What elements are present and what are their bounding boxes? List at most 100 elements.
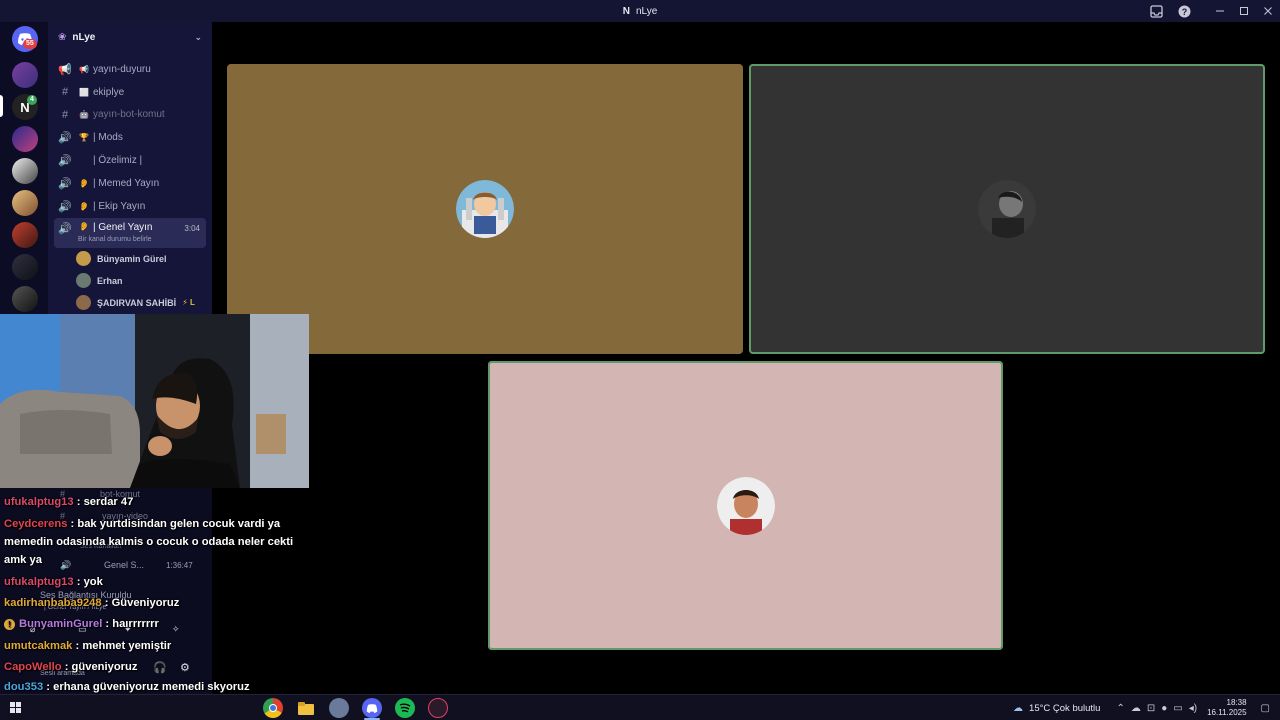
chrome-icon[interactable] (263, 698, 283, 718)
channel-time: 3:04 (184, 223, 200, 233)
chat-text: : Güveniyoruz (101, 597, 180, 609)
chat-username: dou353 (4, 681, 44, 693)
weather-text[interactable]: 15°C Çok bulutlu (1029, 703, 1100, 714)
file-explorer-icon[interactable] (296, 698, 316, 718)
voice-channel-icon: 🔊 (58, 222, 72, 235)
chat-username: umutcakmak (4, 640, 73, 652)
voice-user-name: Bünyamin Gürel (97, 253, 167, 264)
active-server-pill (0, 95, 3, 117)
discord-icon[interactable] (362, 698, 382, 718)
channel-emoji: 🏆 (79, 133, 89, 143)
chat-message: CapoWello : güveniyoruz (4, 658, 137, 676)
headphones-icon[interactable]: 🎧 (153, 661, 167, 674)
channel-item[interactable]: 🔊 👂 | Ekip Yayın (48, 195, 212, 218)
chat-text: : serdar 47 (73, 496, 134, 508)
channel-name: | Özelimiz | (93, 155, 143, 167)
guild-header[interactable]: ❀ nLye ⌄ (48, 22, 212, 52)
window-title: N nLye (623, 6, 658, 17)
server-rail: 55 N 4 (0, 22, 48, 314)
server-icon[interactable] (12, 62, 38, 88)
svg-text:?: ? (1181, 7, 1187, 17)
minimize-button[interactable] (1208, 0, 1232, 22)
display-icon[interactable]: ▭ (1173, 703, 1182, 714)
taskbar: ☁ 15°C Çok bulutlu ⌃ ☁ ⊡ ● ▭ ◂) 18:38 16… (0, 694, 1280, 720)
channel-genel-yayin[interactable]: 🔊 👂 | Genel Yayın 3:04 Bir kanal durumu … (54, 217, 206, 248)
inbox-icon[interactable] (1142, 0, 1170, 22)
server-icon[interactable] (12, 126, 38, 152)
announcement-channel-icon: 📢 (58, 63, 72, 76)
channel-item[interactable]: # 🤖 yayın-bot-komut (48, 104, 212, 127)
channel-item[interactable]: 🔊 👂 | Memed Yayın (48, 172, 212, 195)
window-title-text: nLye (635, 5, 658, 17)
avatar (76, 295, 91, 311)
network-icon[interactable]: ⊡ (1147, 703, 1155, 714)
spotify-icon[interactable] (395, 698, 415, 718)
guild-icon: ❀ (58, 31, 67, 43)
chat-message: kadirhanbaba9248 : Güveniyoruz (4, 594, 179, 612)
voice-channel-icon: 🔊 (58, 200, 72, 213)
voice-user-name: ŞADIRVAN SAHİBİ (97, 297, 177, 308)
voice-channel-icon: 🔊 (58, 155, 72, 168)
close-button[interactable] (1256, 0, 1280, 22)
voice-channel-icon: 🔊 (58, 132, 72, 145)
tile-erhan[interactable] (749, 64, 1265, 354)
notification-icon[interactable]: ▢ (1261, 703, 1270, 714)
channel-emoji: 📢 (79, 64, 89, 74)
clock-time: 18:38 (1226, 698, 1247, 707)
channel-emoji: 👂 (79, 178, 89, 188)
channel-name: | Mods (93, 132, 123, 144)
channel-emoji: ⬜ (79, 87, 89, 97)
server-icon[interactable] (12, 222, 38, 248)
microphone-icon[interactable]: ● (1161, 703, 1167, 714)
voice-user[interactable]: ŞADIRVAN SAHİBİ ⚡ L (48, 292, 212, 314)
channel-item[interactable]: # ⬜ ekiplye (48, 81, 212, 104)
chat-message: ufukalptug13 : yok (4, 573, 103, 591)
chat-text: : mehmet yemiştir (72, 640, 172, 652)
chat-message: umutcakmak : mehmet yemiştir (4, 637, 171, 655)
chat-message: ufukalptug13 : serdar 47 (4, 493, 133, 511)
app-window: N nLye ? 55 N 4 ❀ nLye ⌄ 📢 📢 yayın-duyur… (0, 0, 1280, 720)
help-icon[interactable]: ? (1170, 0, 1198, 22)
text-channel-icon: # (61, 108, 69, 121)
chat-message: Ceydcerens : bak yurtdisindan gelen cocu… (4, 515, 296, 569)
chevron-up-icon[interactable]: ⌃ (1116, 703, 1124, 714)
clock-date: 16.11.2025 (1207, 708, 1247, 717)
server-icon[interactable] (12, 254, 38, 280)
chat-text: : yok (73, 576, 103, 588)
channel-list: ❀ nLye ⌄ 📢 📢 yayın-duyuru # ⬜ ekiplye # 🤖 yayın-… (48, 22, 212, 314)
channel-emoji: 👂 (79, 201, 89, 211)
chat-message: ! BunyaminGurel : haırrrrrrr (4, 615, 159, 633)
speaker-icon[interactable]: ◂) (1189, 703, 1197, 714)
chat-username: CapoWello (4, 661, 62, 673)
tile-bunyamin[interactable] (227, 64, 743, 354)
server-icon[interactable] (12, 158, 38, 184)
chat-username: ufukalptug13 (4, 496, 74, 508)
channel-item[interactable]: 🔊 | Özelimiz | (48, 149, 212, 172)
app-icon[interactable] (329, 698, 349, 718)
tile-sadirvan[interactable] (488, 361, 1003, 650)
cloud-icon[interactable]: ☁ (1131, 703, 1141, 714)
server-icon[interactable] (12, 190, 38, 216)
channel-name: | Memed Yayın (93, 177, 160, 189)
app-logo-icon: N (622, 5, 630, 17)
chat-text: : güveniyoruz (61, 661, 138, 673)
gear-icon[interactable]: ⚙ (180, 661, 190, 674)
obs-icon[interactable] (428, 698, 448, 718)
start-icon[interactable] (6, 698, 26, 718)
server-icon[interactable] (12, 286, 38, 312)
clock[interactable]: 18:38 16.11.2025 (1207, 698, 1246, 718)
voice-user[interactable]: Bünyamin Gürel (48, 248, 212, 270)
chat-text: : erhana güveniyoruz memedi skyoruz (43, 681, 250, 693)
channel-name: ekiplye (93, 86, 125, 98)
channel-item[interactable]: 🔊 🏆 | Mods (48, 126, 212, 149)
server-badge: 4 (27, 95, 37, 105)
channel-item[interactable]: 📢 📢 yayın-duyuru (48, 58, 212, 81)
guild-name: nLye (72, 31, 96, 43)
soundboard-icon[interactable]: ✧ (172, 624, 180, 635)
avatar (76, 251, 91, 267)
maximize-button[interactable] (1232, 0, 1256, 22)
channel-status[interactable]: Bir kanal durumu belirle (78, 236, 152, 243)
mention-badge: 55 (23, 39, 37, 49)
voice-user[interactable]: Erhan (48, 270, 212, 292)
channel-name: yayın-duyuru (93, 63, 151, 75)
